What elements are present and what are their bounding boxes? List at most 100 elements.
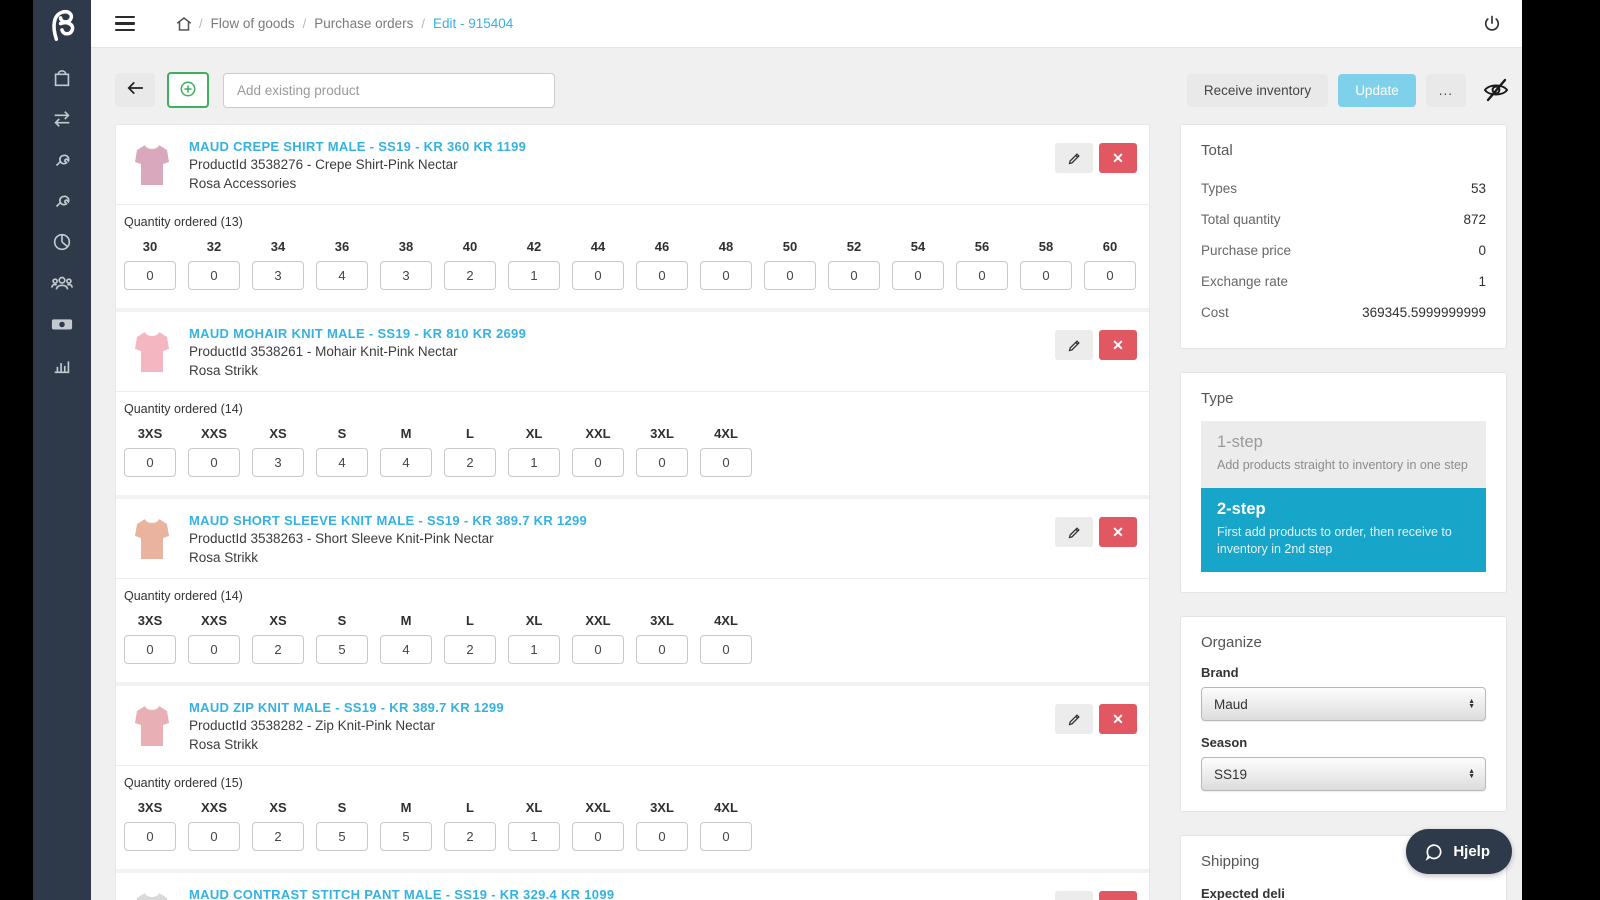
quantity-input-3XS[interactable] (124, 448, 176, 477)
quantity-input-50[interactable] (764, 261, 816, 290)
summary-value: 1 (1478, 274, 1486, 289)
quantity-input-L[interactable] (444, 822, 496, 851)
quantity-input-3XL[interactable] (636, 822, 688, 851)
quantity-input-XXS[interactable] (188, 822, 240, 851)
quantity-input-54[interactable] (892, 261, 944, 290)
product-photo (132, 140, 172, 190)
quantity-input-L[interactable] (444, 448, 496, 477)
more-options-button[interactable]: ... (1426, 74, 1466, 107)
quantity-input-XXS[interactable] (188, 635, 240, 664)
banknote-icon[interactable] (50, 312, 74, 336)
quantity-input-XXL[interactable] (572, 822, 624, 851)
quantity-input-XS[interactable] (252, 822, 304, 851)
quantity-input-M[interactable] (380, 635, 432, 664)
app-logo[interactable] (33, 0, 91, 50)
type-option-1-step[interactable]: 1-step Add products straight to inventor… (1201, 421, 1486, 488)
quantity-input-XS[interactable] (252, 448, 304, 477)
back-button[interactable] (115, 73, 155, 107)
edit-product-button[interactable] (1055, 517, 1093, 547)
delete-product-button[interactable]: ✕ (1099, 517, 1137, 547)
size-column: 3XL (636, 426, 688, 477)
edit-product-button[interactable] (1055, 704, 1093, 734)
users-icon[interactable] (50, 271, 74, 295)
product-header: MAUD CONTRAST STITCH PANT MALE - SS19 - … (116, 873, 1149, 900)
delete-product-button[interactable]: ✕ (1099, 704, 1137, 734)
product-title-link[interactable]: MAUD SHORT SLEEVE KNIT MALE - SS19 - KR … (189, 513, 587, 528)
brand-select[interactable]: Maud ▲▼ (1201, 687, 1486, 721)
product-title-link[interactable]: MAUD CREPE SHIRT MALE - SS19 - KR 360 KR… (189, 139, 526, 154)
quantity-input-38[interactable] (380, 261, 432, 290)
product-header: MAUD CREPE SHIRT MALE - SS19 - KR 360 KR… (116, 125, 1149, 204)
pie-chart-icon[interactable] (50, 230, 74, 254)
type-title: Type (1201, 390, 1486, 407)
quantity-input-4XL[interactable] (700, 448, 752, 477)
quantity-input-M[interactable] (380, 448, 432, 477)
quantity-input-S[interactable] (316, 448, 368, 477)
product-title-link[interactable]: MAUD CONTRAST STITCH PANT MALE - SS19 - … (189, 887, 614, 900)
edit-product-button[interactable] (1055, 330, 1093, 360)
type-option-2-step[interactable]: 2-step First add products to order, then… (1201, 488, 1486, 572)
quantity-input-40[interactable] (444, 261, 496, 290)
shopping-bag-icon[interactable] (50, 66, 74, 90)
quantity-input-S[interactable] (316, 822, 368, 851)
quantity-input-44[interactable] (572, 261, 624, 290)
quantity-input-42[interactable] (508, 261, 560, 290)
receive-inventory-button[interactable]: Receive inventory (1187, 74, 1328, 107)
size-label: 42 (527, 239, 541, 254)
quantity-input-36[interactable] (316, 261, 368, 290)
quantity-input-56[interactable] (956, 261, 1008, 290)
quantity-input-46[interactable] (636, 261, 688, 290)
delete-product-button[interactable]: ✕ (1099, 330, 1137, 360)
wrench-icon[interactable] (50, 148, 74, 172)
quantity-input-3XS[interactable] (124, 822, 176, 851)
quantity-input-34[interactable] (252, 261, 304, 290)
update-button[interactable]: Update (1338, 74, 1416, 107)
quantity-input-XXL[interactable] (572, 635, 624, 664)
wrench-icon-2[interactable] (50, 189, 74, 213)
transfer-arrows-icon[interactable] (50, 107, 74, 131)
breadcrumb-purchase-orders[interactable]: Purchase orders (314, 16, 413, 31)
edit-product-button[interactable] (1055, 143, 1093, 173)
edit-product-button[interactable] (1055, 891, 1093, 900)
breadcrumb-flow-of-goods[interactable]: Flow of goods (211, 16, 295, 31)
size-column: XS (252, 426, 304, 477)
quantity-input-48[interactable] (700, 261, 752, 290)
type-card: Type 1-step Add products straight to inv… (1180, 372, 1507, 593)
quantity-input-3XL[interactable] (636, 635, 688, 664)
product-category-line: Rosa Strikk (189, 549, 587, 566)
quantity-input-M[interactable] (380, 822, 432, 851)
eye-off-icon[interactable] (1482, 77, 1510, 103)
quantity-input-XXL[interactable] (572, 448, 624, 477)
delete-product-button[interactable]: ✕ (1099, 143, 1137, 173)
add-product-button[interactable] (167, 72, 209, 108)
quantity-input-58[interactable] (1020, 261, 1072, 290)
product-header: MAUD SHORT SLEEVE KNIT MALE - SS19 - KR … (116, 499, 1149, 578)
help-button[interactable]: Hjelp (1406, 829, 1512, 874)
season-select[interactable]: SS19 ▲▼ (1201, 757, 1486, 791)
quantity-input-XS[interactable] (252, 635, 304, 664)
product-title-link[interactable]: MAUD MOHAIR KNIT MALE - SS19 - KR 810 KR… (189, 326, 526, 341)
quantity-input-S[interactable] (316, 635, 368, 664)
quantity-input-L[interactable] (444, 635, 496, 664)
menu-button[interactable] (111, 12, 139, 36)
quantity-input-4XL[interactable] (700, 635, 752, 664)
add-existing-product-input[interactable] (223, 73, 555, 108)
size-column: 40 (444, 239, 496, 290)
power-icon[interactable] (1482, 14, 1502, 34)
size-label: L (466, 613, 474, 628)
quantity-input-XL[interactable] (508, 822, 560, 851)
quantity-input-XL[interactable] (508, 635, 560, 664)
quantity-input-3XL[interactable] (636, 448, 688, 477)
quantity-input-3XS[interactable] (124, 635, 176, 664)
quantity-input-32[interactable] (188, 261, 240, 290)
quantity-input-4XL[interactable] (700, 822, 752, 851)
quantity-input-60[interactable] (1084, 261, 1136, 290)
home-icon[interactable] (175, 15, 193, 33)
bar-chart-icon[interactable] (50, 353, 74, 377)
quantity-input-30[interactable] (124, 261, 176, 290)
product-title-link[interactable]: MAUD ZIP KNIT MALE - SS19 - KR 389.7 KR … (189, 700, 504, 715)
delete-product-button[interactable]: ✕ (1099, 891, 1137, 900)
quantity-input-XL[interactable] (508, 448, 560, 477)
quantity-input-52[interactable] (828, 261, 880, 290)
quantity-input-XXS[interactable] (188, 448, 240, 477)
